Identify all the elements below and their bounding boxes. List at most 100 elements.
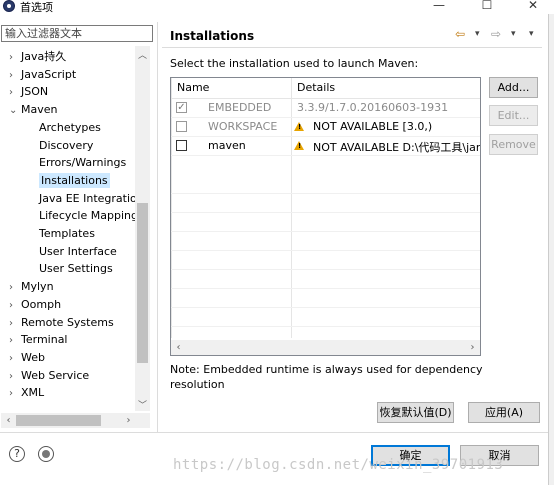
- remove-button[interactable]: Remove: [489, 134, 538, 155]
- tree-item-label: Remote Systems: [21, 315, 114, 329]
- tree-item-label: Archetypes: [39, 120, 101, 134]
- add-button[interactable]: Add...: [489, 77, 538, 98]
- tree-hscroll-thumb[interactable]: [16, 415, 101, 426]
- row-gridline: [171, 193, 480, 194]
- scroll-right-arrow-icon[interactable]: ›: [121, 413, 136, 428]
- back-arrow-icon[interactable]: ⇦: [455, 27, 465, 41]
- installation-checkbox[interactable]: [176, 140, 187, 151]
- eclipse-app-icon: [3, 0, 15, 12]
- panel-divider: [157, 22, 158, 432]
- warning-icon: [294, 141, 304, 150]
- table-scroll-right-icon[interactable]: ›: [465, 340, 480, 355]
- collapsed-chevron-icon[interactable]: ›: [9, 368, 21, 385]
- row-gridline: [171, 250, 480, 251]
- tree-item[interactable]: › Remote Systems: [9, 314, 114, 331]
- installation-row[interactable]: WORKSPACE NOT AVAILABLE [3.0,): [171, 118, 480, 136]
- tree-item[interactable]: Archetypes: [39, 119, 101, 136]
- row-gridline: [171, 212, 480, 213]
- back-menu-icon[interactable]: ▾: [475, 29, 480, 39]
- tree-item[interactable]: › Mylyn: [9, 278, 54, 295]
- table-scroll-left-icon[interactable]: ‹: [171, 340, 186, 355]
- filter-input[interactable]: 输入过滤器文本: [1, 25, 153, 42]
- tree-item[interactable]: › Oomph: [9, 296, 61, 313]
- scroll-up-arrow-icon[interactable]: ︿: [135, 48, 150, 61]
- installation-row[interactable]: maven NOT AVAILABLE D:\代码工具\jar\a: [171, 137, 481, 155]
- tree-item[interactable]: Discovery: [39, 137, 93, 154]
- scroll-down-arrow-icon[interactable]: ﹀: [135, 398, 150, 411]
- footer-divider: [0, 432, 548, 433]
- tree-item-label: Java持久: [21, 50, 67, 63]
- collapsed-chevron-icon[interactable]: ›: [9, 49, 21, 66]
- help-icon[interactable]: ?: [9, 446, 25, 462]
- collapsed-chevron-icon[interactable]: ›: [9, 350, 21, 367]
- tree-item[interactable]: › JSON: [9, 83, 48, 100]
- tree-item-label: Terminal: [21, 333, 68, 347]
- record-preferences-icon[interactable]: [38, 446, 54, 462]
- tree-item-label: Errors/Warnings: [39, 156, 127, 170]
- installation-checkbox[interactable]: [176, 121, 187, 132]
- collapsed-chevron-icon[interactable]: ›: [9, 297, 21, 314]
- tree-item-label: Web Service: [21, 368, 90, 382]
- tree-item-label: JavaScript: [21, 67, 77, 81]
- tree-item[interactable]: › Terminal: [9, 331, 68, 348]
- tree-item[interactable]: User Interface: [39, 243, 117, 260]
- scroll-left-arrow-icon[interactable]: ‹: [1, 413, 16, 428]
- window-title: 首选项: [20, 1, 53, 14]
- warning-icon: [294, 122, 304, 131]
- tree-item[interactable]: Java EE Integration: [39, 190, 135, 207]
- column-header-details[interactable]: Details: [297, 81, 335, 94]
- installation-checkbox[interactable]: ✓: [176, 102, 187, 113]
- tree-item[interactable]: Installations: [39, 172, 110, 189]
- tree-vertical-scrollbar[interactable]: ︿ ﹀: [135, 46, 150, 411]
- maximize-button[interactable]: ☐: [472, 0, 502, 13]
- installation-details: NOT AVAILABLE [3.0,): [313, 120, 433, 133]
- collapsed-chevron-icon[interactable]: ›: [9, 279, 21, 296]
- tree-item-label: Java EE Integration: [39, 191, 135, 205]
- tree-item[interactable]: ⌄ Maven: [9, 101, 57, 118]
- page-title: Installations: [170, 29, 255, 43]
- preferences-tree: › Java持久 › JavaScript › JSON ⌄ Maven Archetypes D…: [0, 46, 135, 411]
- edit-button[interactable]: Edit...: [489, 105, 538, 126]
- row-gridline: [171, 269, 480, 270]
- minimize-button[interactable]: —: [424, 0, 454, 13]
- tree-item[interactable]: Errors/Warnings: [39, 154, 126, 171]
- expanded-chevron-icon[interactable]: ⌄: [9, 102, 21, 119]
- collapsed-chevron-icon[interactable]: ›: [9, 67, 21, 84]
- tree-item-label: JSON: [21, 85, 49, 99]
- collapsed-chevron-icon[interactable]: ›: [9, 385, 21, 402]
- tree-horizontal-scrollbar[interactable]: ‹ ›: [1, 413, 150, 428]
- tree-item[interactable]: Templates: [39, 225, 95, 242]
- row-gridline: [171, 307, 480, 308]
- tree-item[interactable]: › Web Service: [9, 367, 89, 384]
- apply-button[interactable]: 应用(A): [468, 402, 540, 423]
- collapsed-chevron-icon[interactable]: ›: [9, 84, 21, 101]
- row-gridline: [171, 288, 480, 289]
- tree-item-label: Oomph: [21, 297, 62, 311]
- tree-item[interactable]: User Settings: [39, 260, 113, 277]
- collapsed-chevron-icon[interactable]: ›: [9, 315, 21, 332]
- tree-item-label: User Settings: [39, 262, 113, 276]
- installation-row[interactable]: ✓ EMBEDDED 3.3.9/1.7.0.20160603-1931: [171, 99, 480, 117]
- restore-defaults-button[interactable]: 恢复默认值(D): [377, 402, 454, 423]
- tree-item[interactable]: Lifecycle Mapping: [39, 207, 135, 224]
- close-button[interactable]: ✕: [518, 0, 548, 13]
- tree-scroll-thumb[interactable]: [137, 203, 148, 363]
- view-menu-icon[interactable]: ▾: [529, 29, 534, 39]
- tree-item-label: User Interface: [39, 244, 117, 258]
- tree-item[interactable]: › JavaScript: [9, 66, 76, 83]
- collapsed-chevron-icon[interactable]: ›: [9, 332, 21, 349]
- tree-item-label: XML: [21, 386, 45, 400]
- tree-item-label: Discovery: [39, 138, 94, 152]
- tree-item[interactable]: › XML: [9, 384, 44, 401]
- column-header-name[interactable]: Name: [177, 81, 209, 94]
- installation-details: NOT AVAILABLE D:\代码工具\jar\a: [313, 141, 481, 154]
- embedded-note: Note: Embedded runtime is always used fo…: [170, 363, 483, 391]
- tree-item[interactable]: › Java持久: [9, 48, 66, 65]
- table-horizontal-scrollbar[interactable]: ‹ ›: [171, 340, 480, 355]
- tree-item[interactable]: › Web: [9, 349, 45, 366]
- forward-arrow-icon[interactable]: ⇨: [491, 27, 501, 41]
- forward-menu-icon[interactable]: ▾: [511, 29, 516, 39]
- tree-item-label: Installations: [39, 172, 110, 188]
- row-gridline: [171, 231, 480, 232]
- tree-item-label: Mylyn: [21, 280, 54, 294]
